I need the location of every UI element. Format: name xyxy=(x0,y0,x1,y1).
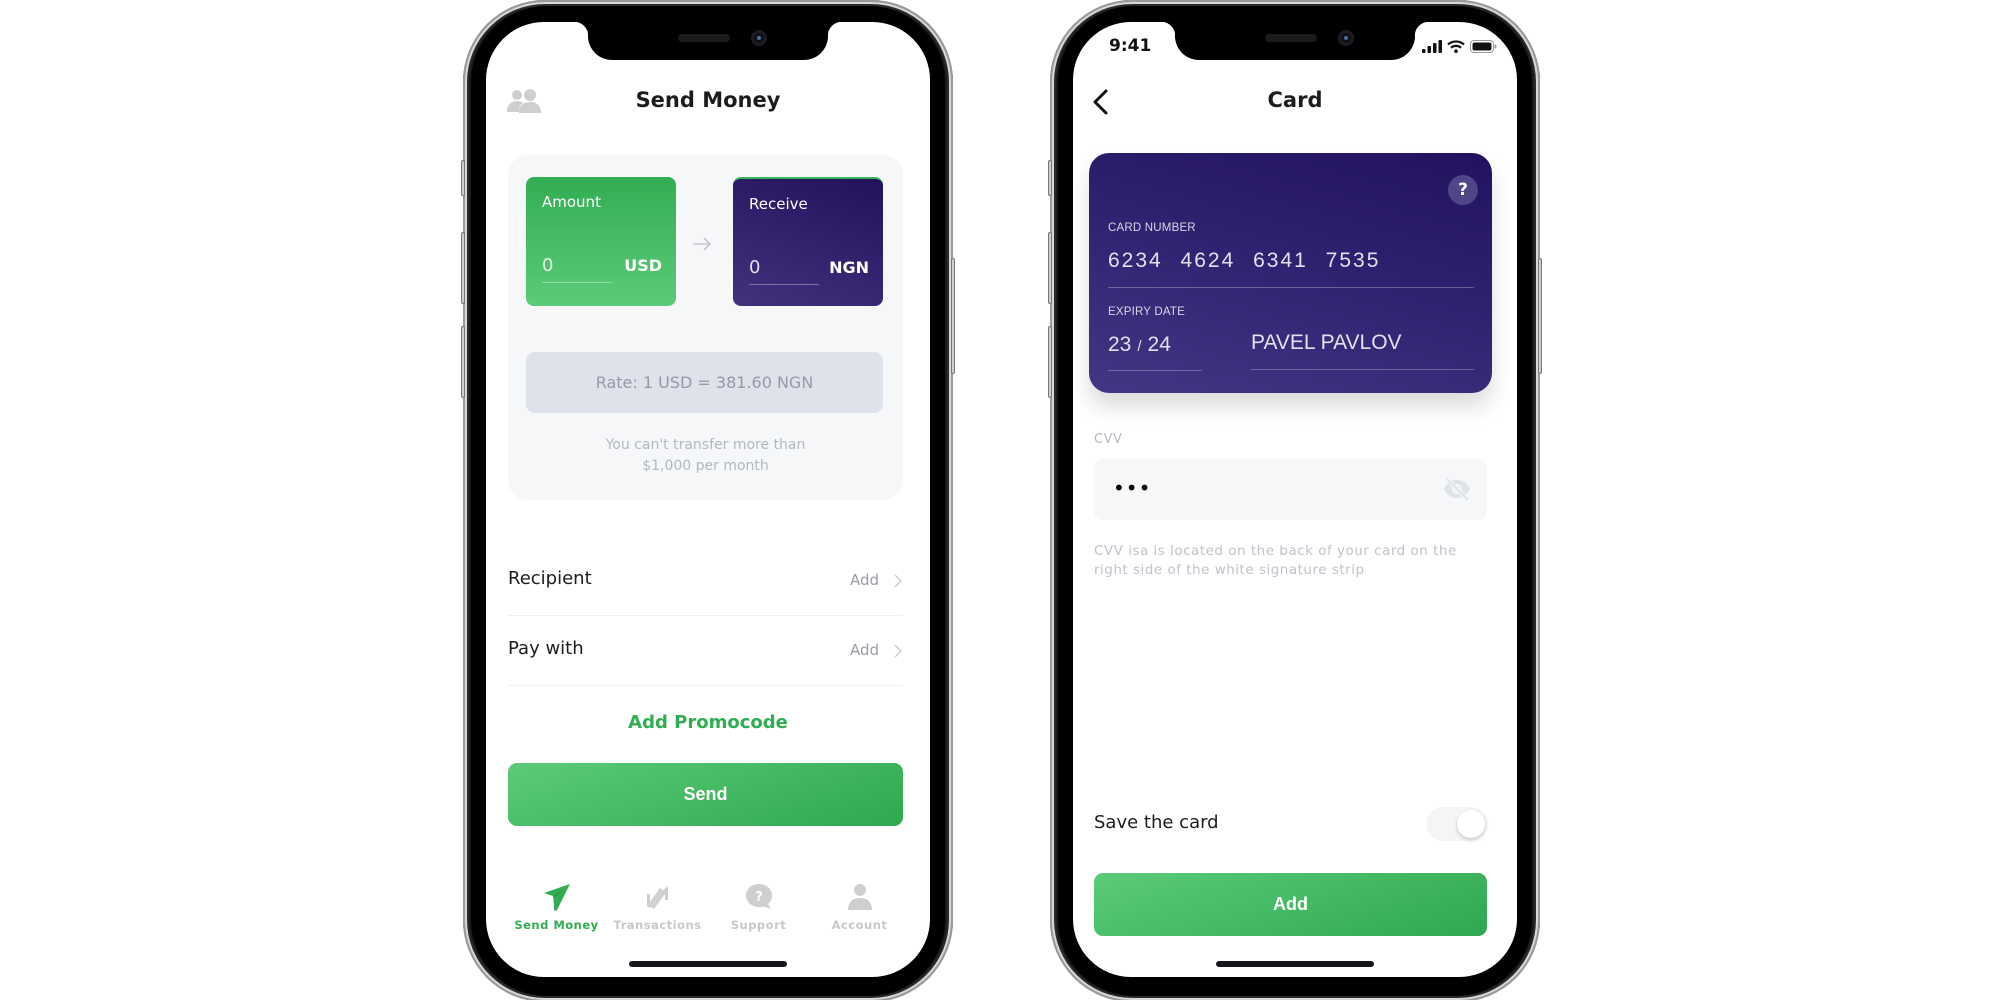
cardholder-underline xyxy=(1251,369,1474,370)
recipient-label: Recipient xyxy=(508,568,592,589)
phone-power-button xyxy=(951,258,955,374)
chevron-right-icon xyxy=(894,574,903,588)
speaker xyxy=(678,34,730,42)
eye-off-icon[interactable] xyxy=(1443,477,1471,501)
save-card-toggle[interactable] xyxy=(1426,807,1488,841)
amount-input[interactable]: 0 xyxy=(542,255,553,276)
send-money-screen: Send Money Amount 0 USD Receive 0 NGN Ra… xyxy=(486,22,930,977)
camera xyxy=(1338,30,1354,46)
cvv-hint: CVV isa is located on the back of your c… xyxy=(1094,543,1457,578)
expiry-underline xyxy=(1108,370,1202,371)
page-title: Send Money xyxy=(635,88,781,112)
expiry-month: 23 xyxy=(1108,333,1132,356)
speaker xyxy=(1265,34,1317,42)
credit-card: ? CARD NUMBER 6234 4624 6341 7535 EXPIRY… xyxy=(1089,153,1492,393)
expiry-year: 24 xyxy=(1147,333,1171,356)
toggle-knob xyxy=(1457,810,1485,838)
phone-power-button xyxy=(1538,258,1542,374)
receive-box[interactable]: Receive 0 NGN xyxy=(733,177,883,306)
receive-label: Receive xyxy=(749,195,808,213)
notch xyxy=(574,22,842,60)
save-card-label: Save the card xyxy=(1094,812,1219,833)
phone-volume-down xyxy=(461,326,465,398)
exchange-panel: Amount 0 USD Receive 0 NGN Rate: 1 USD =… xyxy=(508,155,903,500)
receive-input[interactable]: 0 xyxy=(749,257,760,278)
receive-currency[interactable]: NGN xyxy=(829,258,869,277)
camera xyxy=(751,30,767,46)
expiry-separator: / xyxy=(1137,338,1142,355)
battery-icon xyxy=(1470,40,1497,53)
status-time: 9:41 xyxy=(1109,36,1152,56)
limit-note-line1: You can't transfer more than xyxy=(605,437,806,453)
card-number-input[interactable]: 6234 4624 6341 7535 xyxy=(1108,249,1380,273)
tab-label: Account xyxy=(831,918,888,932)
phone-frame-send-money: Send Money Amount 0 USD Receive 0 NGN Ra… xyxy=(461,0,955,1000)
home-indicator[interactable] xyxy=(629,961,787,967)
tab-label: Transactions xyxy=(613,918,702,932)
cvv-label: CVV xyxy=(1094,432,1123,447)
wifi-icon xyxy=(1447,40,1465,53)
phone-frame-card: 9:41 Card ? CARD NUMBER 6234 4624 6341 7… xyxy=(1048,0,1542,1000)
tab-support[interactable]: ? Support xyxy=(708,882,809,942)
pay-with-label: Pay with xyxy=(508,638,584,659)
home-indicator[interactable] xyxy=(1216,961,1374,967)
notch xyxy=(1161,22,1429,60)
phone-silent-switch xyxy=(461,160,465,196)
expiry-date-input[interactable]: 23 / 24 xyxy=(1108,333,1171,357)
phone-volume-up xyxy=(461,232,465,304)
support-chat-icon: ? xyxy=(745,884,772,909)
tab-send-money[interactable]: Send Money xyxy=(506,882,607,942)
pay-with-add-link[interactable]: Add xyxy=(850,641,879,659)
recipient-add-link[interactable]: Add xyxy=(850,571,879,589)
card-number-underline xyxy=(1108,287,1474,288)
cvv-input[interactable]: ••• xyxy=(1094,459,1487,520)
limit-note-line2: $1,000 per month xyxy=(642,458,769,474)
phone-volume-down xyxy=(1048,326,1052,398)
transfer-limit-note: You can't transfer more than $1,000 per … xyxy=(508,435,903,477)
receive-underline xyxy=(749,284,819,285)
send-button[interactable]: Send xyxy=(508,763,903,826)
tab-account[interactable]: Account xyxy=(809,882,910,942)
tab-label: Support xyxy=(730,918,787,932)
cardholder-name-input[interactable]: PAVEL PAVLOV xyxy=(1251,331,1402,355)
page-title: Card xyxy=(1267,88,1323,112)
exchange-rate: Rate: 1 USD = 381.60 NGN xyxy=(526,352,883,413)
expiry-date-label: EXPIRY DATE xyxy=(1108,306,1185,318)
paper-plane-icon xyxy=(543,884,570,911)
svg-text:?: ? xyxy=(755,890,763,905)
amount-underline xyxy=(542,282,612,283)
chevron-right-icon xyxy=(894,644,903,658)
card-screen: 9:41 Card ? CARD NUMBER 6234 4624 6341 7… xyxy=(1073,22,1517,977)
pay-with-row[interactable]: Pay with Add xyxy=(508,616,903,686)
user-icon xyxy=(847,884,872,910)
cellular-signal-icon xyxy=(1422,40,1442,53)
tab-label: Send Money xyxy=(514,918,599,932)
tab-bar: Send Money Transactions ? Support Accoun… xyxy=(506,882,910,942)
tab-transactions[interactable]: Transactions xyxy=(607,882,708,942)
phone-silent-switch xyxy=(1048,160,1052,196)
add-promocode-link[interactable]: Add Promocode xyxy=(486,712,930,733)
recipient-row[interactable]: Recipient Add xyxy=(508,546,903,616)
add-card-button[interactable]: Add xyxy=(1094,873,1487,936)
phone-volume-up xyxy=(1048,232,1052,304)
amount-box[interactable]: Amount 0 USD xyxy=(526,177,676,306)
transactions-icon xyxy=(646,886,668,909)
amount-currency[interactable]: USD xyxy=(624,256,662,275)
amount-label: Amount xyxy=(542,193,601,211)
help-icon[interactable]: ? xyxy=(1448,175,1478,205)
cvv-value: ••• xyxy=(1113,476,1152,500)
status-icons xyxy=(1422,40,1497,53)
arrow-right-icon xyxy=(693,237,712,251)
card-number-label: CARD NUMBER xyxy=(1108,222,1196,234)
